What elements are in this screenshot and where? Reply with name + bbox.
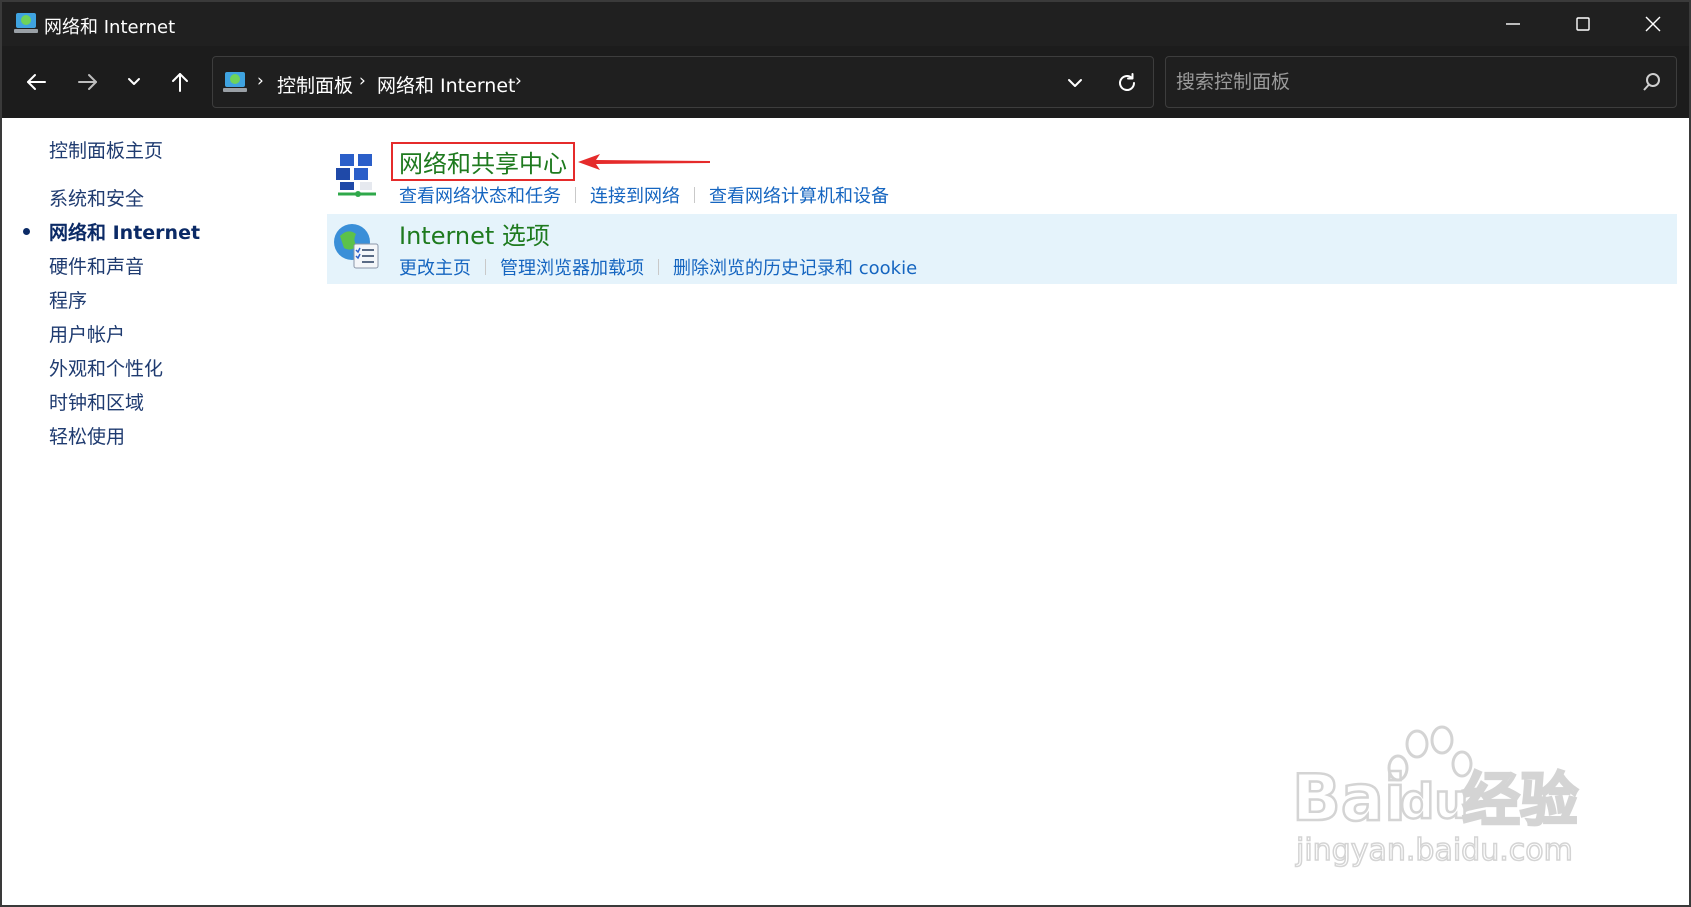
sidebar-item-appearance[interactable]: 外观和个性化 <box>49 354 163 381</box>
breadcrumb-network-internet[interactable]: 网络和 Internet <box>377 71 515 98</box>
refresh-icon <box>1119 73 1135 91</box>
sidebar-item-network-internet[interactable]: 网络和 Internet <box>49 218 200 245</box>
sidebar-item-programs[interactable]: 程序 <box>49 286 87 313</box>
control-panel-icon <box>223 69 249 95</box>
refresh-button[interactable] <box>1105 65 1149 101</box>
sidebar-item-system-security[interactable]: 系统和安全 <box>49 184 144 211</box>
baidu-watermark-logo: Bai du 经验 jingyan.baidu.com <box>1292 725 1579 869</box>
control-panel-window: 网络和 Internet › 控制面板 › 网络和 Internet › 搜索控… <box>0 0 1691 907</box>
minimize-button[interactable] <box>1478 2 1548 46</box>
address-bar[interactable]: › 控制面板 › 网络和 Internet › <box>212 56 1154 108</box>
title-bar: 网络和 Internet <box>2 2 1689 46</box>
watermark-brand: Bai <box>1292 762 1406 836</box>
watermark-brand-jingyan: 经验 <box>1462 766 1578 834</box>
recent-locations-button[interactable] <box>114 64 154 100</box>
up-button[interactable] <box>160 64 200 100</box>
sidebar-item-clock-region[interactable]: 时钟和区域 <box>49 388 144 415</box>
maximize-icon <box>1576 17 1590 31</box>
arrow-left-icon <box>27 74 46 90</box>
internet-options-icon[interactable] <box>332 222 382 272</box>
view-network-status-link[interactable]: 查看网络状态和任务 <box>399 182 561 208</box>
annotation-arrow-icon <box>578 154 710 170</box>
arrow-up-icon <box>172 73 188 92</box>
window-title: 网络和 Internet <box>44 17 176 38</box>
network-sharing-center-link[interactable]: 网络和共享中心 <box>391 142 575 181</box>
sidebar-item-hardware-sound[interactable]: 硬件和声音 <box>49 252 144 279</box>
manage-addons-link[interactable]: 管理浏览器加载项 <box>500 254 644 280</box>
network-sharing-icon[interactable] <box>332 150 382 200</box>
maximize-button[interactable] <box>1548 2 1618 46</box>
link-separator <box>694 187 695 203</box>
left-navigation: 控制面板主页 系统和安全 网络和 Internet 硬件和声音 程序 用户帐户 … <box>2 118 322 907</box>
category-network-sharing: 网络和共享中心 查看网络状态和任务 连接到网络 查看网络计算机和设备 <box>327 142 1677 212</box>
breadcrumb-control-panel[interactable]: 控制面板 <box>277 71 353 98</box>
link-separator <box>485 259 486 275</box>
breadcrumb-chevron-icon[interactable]: › <box>515 71 522 91</box>
watermark-url: jingyan.baidu.com <box>1295 833 1573 868</box>
close-button[interactable] <box>1618 2 1688 46</box>
connect-to-network-link[interactable]: 连接到网络 <box>590 182 680 208</box>
category-internet-options: Internet 选项 更改主页 管理浏览器加载项 删除浏览的历史记录和 coo… <box>327 214 1677 284</box>
internet-options-tasks: 更改主页 管理浏览器加载项 删除浏览的历史记录和 cookie <box>399 254 917 280</box>
chevron-down-icon <box>1068 79 1082 87</box>
close-icon <box>1645 16 1661 32</box>
network-sharing-tasks: 查看网络状态和任务 连接到网络 查看网络计算机和设备 <box>399 182 889 208</box>
sidebar-item-home[interactable]: 控制面板主页 <box>49 136 163 163</box>
sidebar-item-ease-of-access[interactable]: 轻松使用 <box>49 422 125 449</box>
network-globe-icon <box>14 11 40 35</box>
minimize-icon <box>1506 23 1520 25</box>
active-bullet-icon <box>23 228 30 235</box>
arrow-right-icon <box>78 74 97 90</box>
chevron-down-icon <box>128 78 140 85</box>
change-homepage-link[interactable]: 更改主页 <box>399 254 471 280</box>
back-button[interactable] <box>16 64 56 100</box>
link-separator <box>575 187 576 203</box>
view-network-computers-link[interactable]: 查看网络计算机和设备 <box>709 182 889 208</box>
search-box[interactable] <box>1165 56 1677 108</box>
search-input[interactable] <box>1166 57 1626 107</box>
watermark-brand-du: du <box>1400 774 1469 830</box>
forward-button[interactable] <box>68 64 108 100</box>
breadcrumb-chevron-icon: › <box>257 71 264 91</box>
link-separator <box>658 259 659 275</box>
breadcrumb-chevron-icon: › <box>359 71 366 91</box>
search-icon[interactable] <box>1642 72 1662 92</box>
internet-options-link[interactable]: Internet 选项 <box>399 216 550 251</box>
delete-history-link[interactable]: 删除浏览的历史记录和 cookie <box>673 254 917 280</box>
navigation-bar: › 控制面板 › 网络和 Internet › <box>2 46 1689 118</box>
sidebar-item-user-accounts[interactable]: 用户帐户 <box>49 320 125 347</box>
address-history-button[interactable] <box>1053 65 1097 101</box>
